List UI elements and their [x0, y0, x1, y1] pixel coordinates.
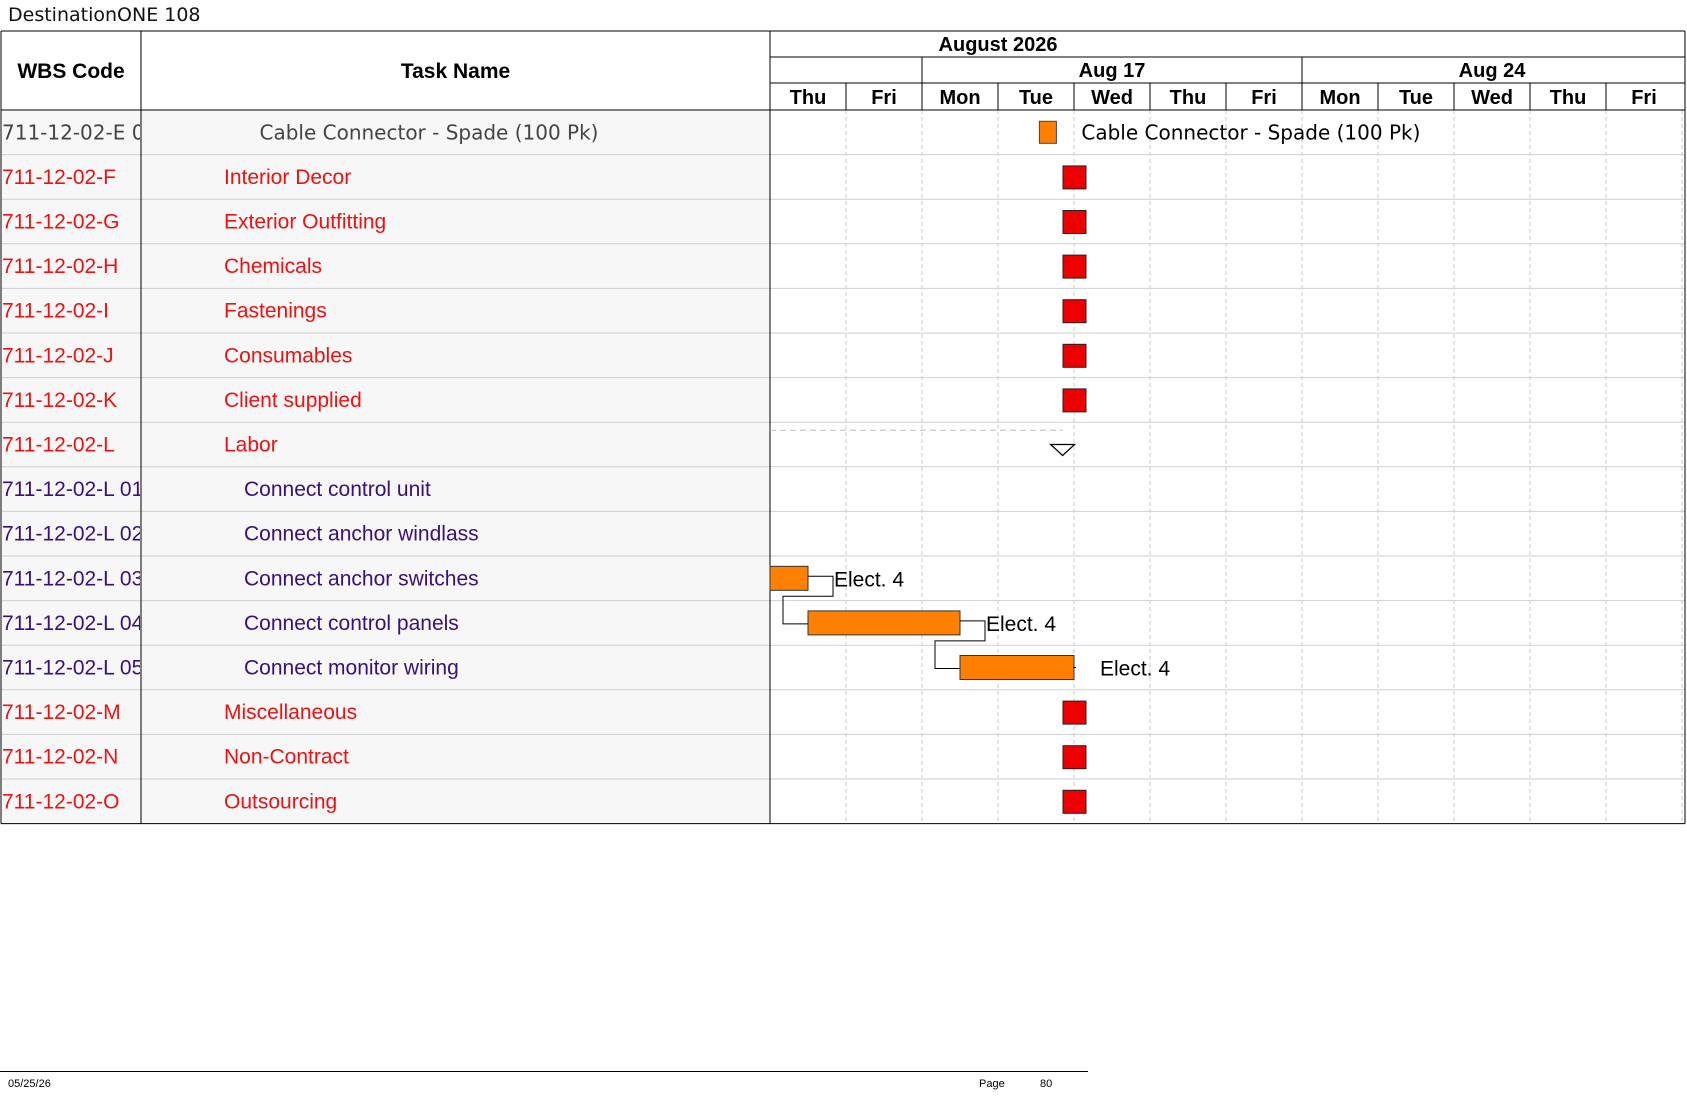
gantt-chart: WBS Code Task Name August 2026 Thu Fri Aug 17… — [0, 30, 1686, 825]
task-name: Non-Contract — [224, 746, 349, 769]
timescale-day-label: Wed — [1471, 87, 1513, 109]
footer-page-label: Page — [979, 1078, 1005, 1090]
timescale-day-label: Thu — [790, 87, 827, 109]
milestone-marker[interactable] — [1062, 388, 1087, 413]
task-bar[interactable] — [807, 610, 961, 636]
timescale-day-label: Mon — [1319, 87, 1360, 109]
wbs-code: 711-12-02-L — [2, 434, 115, 457]
timescale-day-label: Fri — [871, 87, 897, 109]
milestone-marker[interactable] — [1062, 745, 1087, 770]
summary-marker[interactable] — [1049, 443, 1077, 457]
wbs-code: 711-12-02-J — [2, 344, 114, 367]
task-name: Labor — [224, 434, 278, 457]
wbs-code: 711-12-02-L 02 — [2, 523, 143, 546]
milestone-marker[interactable] — [1062, 343, 1087, 368]
timescale-day-label: Tue — [1019, 87, 1053, 109]
cost-marker[interactable] — [1038, 120, 1057, 144]
task-name: Outsourcing — [224, 790, 337, 813]
wbs-code: 711-12-02-N — [2, 746, 118, 769]
timescale-day-label: Tue — [1399, 87, 1433, 109]
footer-date: 05/25/26 — [8, 1078, 51, 1090]
bar-resource-label: Elect. 4 — [834, 568, 904, 591]
task-name: Client supplied — [224, 389, 362, 412]
milestone-marker[interactable] — [1062, 254, 1087, 279]
milestone-marker[interactable] — [1062, 165, 1087, 190]
task-bar[interactable] — [959, 655, 1075, 680]
wbs-code: 711-12-02-K — [2, 389, 117, 412]
timescale-day-label: Fri — [1251, 87, 1277, 109]
timescale-day-label: Fri — [1631, 87, 1657, 109]
task-name: Interior Decor — [224, 166, 351, 189]
wbs-code: 711-12-02-H — [2, 255, 118, 278]
timescale-day-label: Wed — [1091, 87, 1133, 109]
timescale-month-label: August 2026 — [939, 34, 1058, 56]
timescale-day-label: Thu — [1170, 87, 1207, 109]
wbs-code: 711-12-02-E 01 — [2, 120, 157, 144]
wbs-code: 711-12-02-O — [2, 790, 120, 813]
task-name: Consumables — [224, 344, 352, 367]
timescale-day-label: Thu — [1550, 87, 1587, 109]
wbs-code: 711-12-02-L 01 — [2, 478, 143, 501]
task-name: Chemicals — [224, 255, 322, 278]
wbs-code: 711-12-02-L 04 — [2, 612, 144, 635]
timescale-week-label: Aug 24 — [1459, 60, 1527, 82]
milestone-marker[interactable] — [1062, 299, 1087, 324]
wbs-code: 711-12-02-L 05 — [2, 657, 143, 680]
wbs-code: 711-12-02-M — [2, 701, 121, 724]
task-name: Connect anchor switches — [244, 567, 479, 590]
task-name: Fastenings — [224, 300, 327, 323]
task-name: Exterior Outfitting — [224, 211, 386, 234]
milestone-marker[interactable] — [1062, 700, 1087, 725]
wbs-column-header: WBS Code — [17, 60, 124, 83]
bar-resource-label: Elect. 4 — [986, 613, 1056, 636]
milestone-marker[interactable] — [1062, 789, 1087, 814]
footer-divider — [0, 1071, 1088, 1072]
task-name: Connect anchor windlass — [244, 523, 479, 546]
timescale-week-label: Aug 17 — [1079, 60, 1146, 82]
task-name: Connect control unit — [244, 478, 431, 501]
task-column-header: Task Name — [401, 60, 510, 83]
bar-resource-label: Elect. 4 — [1100, 658, 1170, 681]
milestone-marker[interactable] — [1062, 210, 1087, 234]
timescale-day-label: Mon — [939, 87, 980, 109]
task-name: Connect monitor wiring — [244, 657, 459, 680]
wbs-code: 711-12-02-G — [2, 211, 120, 234]
task-name: Connect control panels — [244, 612, 459, 635]
bar-label: Cable Connector - Spade (100 Pk) — [1081, 120, 1420, 144]
task-bar[interactable] — [769, 565, 809, 591]
footer-page-number: 80 — [1040, 1078, 1053, 1090]
task-name: Cable Connector - Spade (100 Pk) — [259, 120, 598, 144]
wbs-code: 711-12-02-L 03 — [2, 567, 143, 590]
task-name: Miscellaneous — [224, 701, 357, 724]
wbs-code: 711-12-02-I — [2, 300, 109, 323]
wbs-code: 711-12-02-F — [2, 166, 116, 189]
